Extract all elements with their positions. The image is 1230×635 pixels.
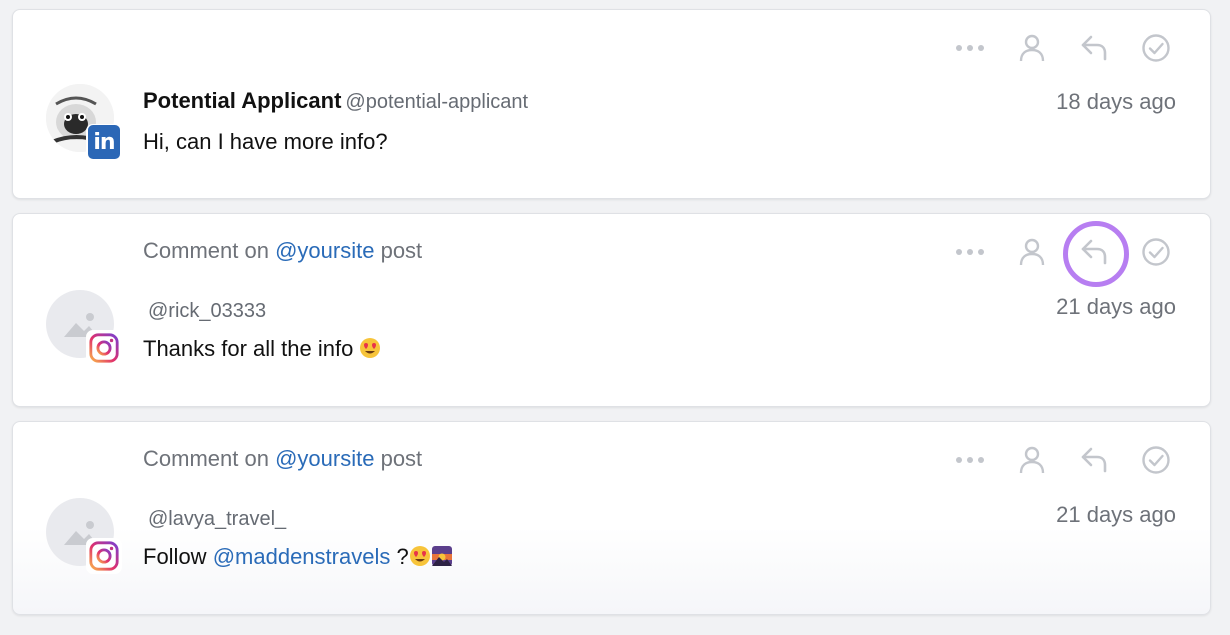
card-actions xyxy=(954,221,1172,287)
post-mention-link[interactable]: @yoursite xyxy=(275,446,374,471)
post-mention-link[interactable]: @yoursite xyxy=(275,238,374,263)
conversation-card-instagram[interactable]: Comment on @yoursite post xyxy=(12,421,1211,615)
card-actions xyxy=(954,32,1172,64)
message-text: Thanks for all the info xyxy=(143,335,381,363)
sender-name[interactable]: Potential Applicant xyxy=(143,88,341,113)
timestamp: 18 days ago xyxy=(1056,89,1176,114)
reply-icon[interactable] xyxy=(1063,221,1129,287)
avatar: in xyxy=(46,84,122,160)
sender-line: Potential Applicant @potential-applicant xyxy=(143,88,528,115)
heart-eyes-emoji xyxy=(360,338,381,358)
message-mention-link[interactable]: @maddenstravels xyxy=(213,544,391,569)
sender-handle[interactable]: @lavya_travel_ xyxy=(143,508,453,531)
check-circle-icon[interactable] xyxy=(1140,32,1172,64)
sender-handle: @potential-applicant xyxy=(345,91,529,113)
sender-handle[interactable]: @rick_03333 xyxy=(143,300,381,323)
more-icon[interactable] xyxy=(954,236,986,268)
message-text: Hi, can I have more info? xyxy=(143,129,388,154)
heart-eyes-emoji xyxy=(409,546,430,566)
more-icon[interactable] xyxy=(954,32,986,64)
card-actions xyxy=(954,444,1172,476)
reply-icon[interactable] xyxy=(1078,32,1110,64)
assign-user-icon[interactable] xyxy=(1016,32,1048,64)
message-text: Follow @maddenstravels ? xyxy=(143,543,453,571)
linkedin-icon: in xyxy=(86,124,122,160)
conversation-card-instagram[interactable]: Comment on @yoursite post xyxy=(12,213,1211,407)
timestamp: 21 days ago xyxy=(1056,294,1176,319)
instagram-icon xyxy=(86,330,122,366)
check-circle-icon[interactable] xyxy=(1140,236,1172,268)
comment-context: Comment on @yoursite post xyxy=(143,238,423,263)
instagram-icon xyxy=(86,538,122,574)
conversation-card-linkedin[interactable]: in Potential Applicant @potential-applica… xyxy=(12,9,1211,199)
more-icon[interactable] xyxy=(954,444,986,476)
assign-user-icon[interactable] xyxy=(1016,236,1048,268)
avatar xyxy=(46,498,122,574)
check-circle-icon[interactable] xyxy=(1140,444,1172,476)
sunset-emoji xyxy=(431,546,452,566)
assign-user-icon[interactable] xyxy=(1016,444,1048,476)
reply-icon[interactable] xyxy=(1078,444,1110,476)
avatar xyxy=(46,290,122,366)
timestamp: 21 days ago xyxy=(1056,502,1176,527)
comment-context: Comment on @yoursite post xyxy=(143,446,423,471)
